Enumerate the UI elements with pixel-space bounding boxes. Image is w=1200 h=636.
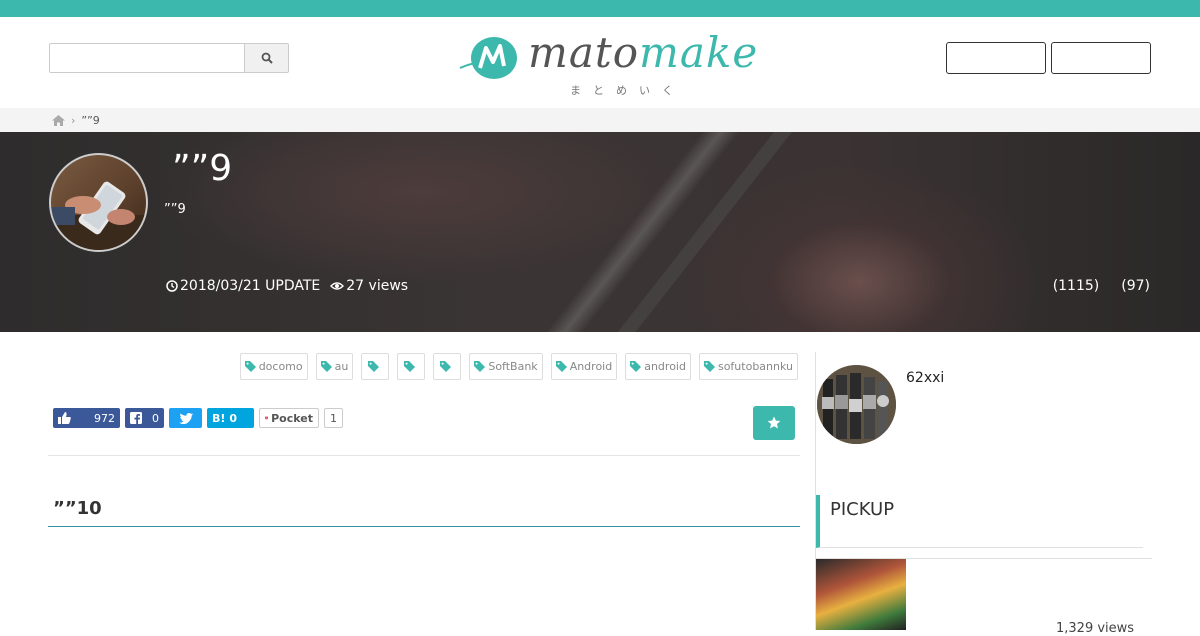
tag-label: android [644, 360, 686, 373]
tag-label: docomo [258, 360, 303, 373]
pickup-header: PICKUP [816, 495, 1143, 548]
hatena-bookmark-button[interactable]: B! 0 [207, 408, 254, 428]
watches-image [817, 365, 896, 444]
hero-count-b[interactable]: (97) [1121, 278, 1150, 294]
tag-icon [404, 361, 416, 372]
star-icon [767, 416, 781, 429]
tag-list: docomo au SoftBank Android android sofutobann… [239, 353, 798, 380]
header-button-1[interactable] [946, 42, 1046, 74]
breadcrumb-current: ””9 [81, 113, 100, 127]
tag-icon [474, 361, 486, 372]
article-thumbnail [49, 153, 148, 252]
logo-mark-icon [459, 37, 517, 79]
search-button[interactable] [244, 43, 289, 73]
phone-in-hand-image [51, 181, 146, 250]
favorite-button[interactable] [753, 406, 795, 440]
article-meta: 2018/03/21 UPDATE 27 views [166, 278, 408, 294]
eye-icon [330, 282, 345, 290]
share-divider [48, 455, 800, 456]
updated-date: 2018/03/21 UPDATE [166, 278, 320, 294]
view-count: 27 views [330, 278, 408, 294]
home-icon[interactable] [52, 114, 65, 126]
section-heading: ””10 [53, 498, 102, 519]
facebook-icon [130, 412, 142, 424]
hatena-icon: B! [212, 411, 226, 425]
twitter-button[interactable] [169, 408, 202, 428]
tag-item[interactable] [397, 353, 426, 380]
header-button-2[interactable] [1051, 42, 1151, 74]
pocket-count: 1 [324, 408, 343, 428]
tag-label: sofutobannku [717, 360, 793, 373]
pocket-button[interactable]: Pocket [259, 408, 319, 428]
pocket-icon [265, 416, 269, 420]
tag-icon [244, 361, 256, 372]
share-buttons: 972 0 B! 0 Pocket 1 [53, 408, 343, 428]
tag-item[interactable]: SoftBank [469, 353, 543, 380]
tag-item[interactable]: Android [550, 353, 618, 380]
tag-item[interactable] [361, 353, 390, 380]
author-avatar[interactable] [817, 365, 896, 444]
hero-count-a[interactable]: (1115) [1053, 278, 1100, 294]
author-name[interactable]: 62xxi [906, 370, 944, 386]
thumbs-up-icon [58, 412, 71, 424]
logo-subtitle: まとめいく [570, 84, 685, 97]
facebook-share-button[interactable]: 0 [125, 408, 164, 428]
tag-label: au [334, 360, 349, 373]
tag-item[interactable]: docomo [239, 353, 308, 380]
site-header: matomake まとめいく [0, 17, 1200, 108]
facebook-like-button[interactable]: 972 [53, 408, 120, 428]
search-box [49, 43, 289, 73]
tag-item[interactable]: android [625, 353, 691, 380]
pickup-item-thumbnail[interactable] [816, 559, 906, 630]
tag-item[interactable]: sofutobannku [698, 353, 798, 380]
tag-icon [368, 361, 380, 372]
tag-icon [320, 361, 332, 372]
tag-icon [555, 361, 567, 372]
top-accent-bar [0, 0, 1200, 17]
logo-wordmark: matomake [528, 28, 759, 77]
pickup-item-views: 1,329 views [1056, 621, 1135, 636]
site-logo[interactable]: matomake まとめいく [458, 28, 757, 97]
hero-stats: (1115) (97) [1053, 278, 1150, 294]
tag-label: Android [569, 360, 613, 373]
tag-item[interactable] [433, 353, 462, 380]
tag-icon [440, 361, 452, 372]
tag-label: SoftBank [488, 360, 538, 373]
article-title: ””9 [172, 148, 233, 189]
section-heading-underline [48, 526, 800, 527]
tag-icon [630, 361, 642, 372]
breadcrumb: › ””9 [0, 108, 1200, 132]
twitter-icon [178, 412, 193, 424]
article-subtitle: ””9 [164, 202, 186, 217]
tag-icon [703, 361, 715, 372]
clock-icon [166, 280, 178, 292]
pickup-title: PICKUP [830, 499, 895, 520]
search-icon [261, 52, 273, 64]
tag-item[interactable]: au [315, 353, 354, 380]
article-hero: ””9 ””9 2018/03/21 UPDATE 27 views (1115… [0, 132, 1200, 332]
search-input[interactable] [49, 43, 244, 73]
breadcrumb-separator: › [71, 113, 76, 127]
